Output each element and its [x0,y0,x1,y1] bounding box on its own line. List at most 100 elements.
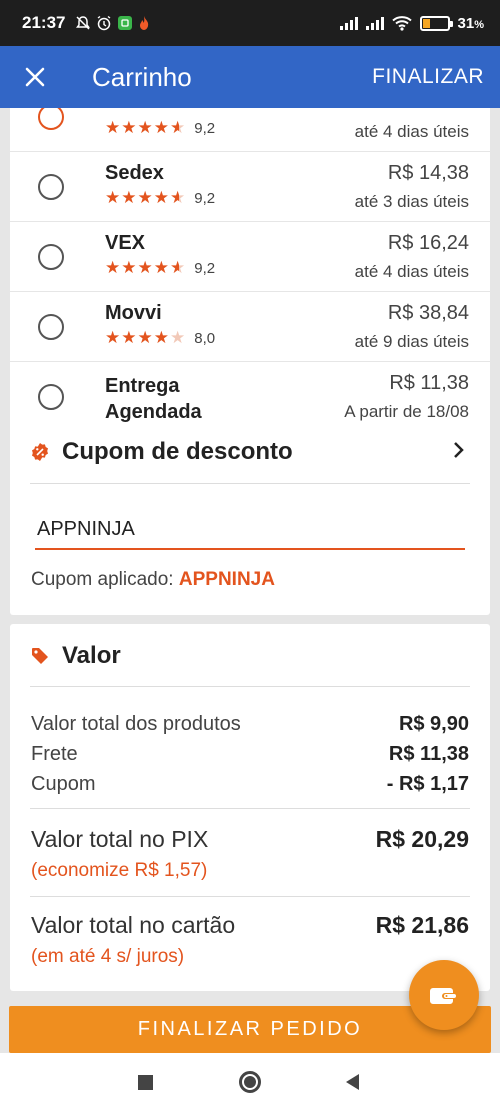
shipping-name: Entrega Agendada [105,375,202,423]
signal-icon [339,16,358,30]
installments-note: (em até 4 s/ juros) [31,946,185,967]
chevron-right-icon[interactable] [452,436,466,467]
star-icon: ★ [121,188,137,207]
star-icon: ★ [170,258,186,277]
star-icon: ★ [153,258,169,277]
shipping-price: R$ 14,38 [387,162,469,184]
value-row-label: Cupom [31,773,96,795]
system-nav-bar [0,1053,500,1111]
value-row: Frete R$ 11,38 [31,743,469,766]
value-row-amount: R$ 9,90 [398,713,469,735]
value-summary-card: Valor Valor total dos produtos R$ 9,90 F… [10,624,490,991]
home-icon [239,1071,261,1093]
shipping-eta: até 3 dias úteis [354,192,469,211]
value-header: Valor [30,642,121,670]
divider [30,686,470,687]
back-button[interactable] [332,1053,372,1111]
mute-icon [76,16,91,30]
wallet-icon [430,988,456,1004]
rating-stars: ★ ★ ★ ★ ★ [105,189,185,207]
shipping-radio[interactable] [38,108,64,130]
shipping-radio[interactable] [38,244,64,270]
star-icon: ★ [170,188,186,207]
price-tag-icon [32,648,48,664]
rating-score: 9,2 [194,119,216,137]
shipping-radio[interactable] [38,314,64,340]
shipping-option[interactable]: ★ ★ ★ ★ ★ 9,2 até 4 dias úteis [10,108,490,152]
rating-score: 9,2 [194,189,216,207]
star-icon: ★ [105,328,121,347]
battery-icon [419,15,453,31]
page-title: Carrinho [92,61,192,92]
star-icon: ★ [105,188,121,207]
star-icon: ★ [153,328,169,347]
star-icon: ★ [121,258,137,277]
signal-icon [365,16,384,30]
battery-unit: % [474,18,484,31]
battery-percent: 31 [457,14,475,32]
coupon-applied-text: Cupom aplicado: APPNINJA [31,569,275,591]
card-total-amount: R$ 21,86 [375,912,469,938]
recents-button[interactable] [125,1053,165,1111]
status-bar: 21:37 31% [0,0,500,46]
star-icon: ★ [170,328,186,347]
shipping-price: R$ 16,24 [387,232,469,254]
shipping-name: Movvi [105,302,162,324]
cart-content[interactable]: ★ ★ ★ ★ ★ 9,2 até 4 dias úteis Sedex ★ ★ ★ ★ ★ 9,2… [0,108,500,1053]
coupon-card: Cupom de desconto Cupom aplicado: APPNIN… [10,422,490,615]
shipping-name: VEX [105,232,146,254]
star-icon: ★ [105,118,121,137]
rating-score: 8,0 [194,329,216,347]
shipping-radio[interactable] [38,174,64,200]
back-icon [345,1074,359,1090]
wallet-fab-button[interactable] [409,960,479,1030]
app-icon [118,16,133,30]
divider [30,483,470,484]
card-total: Valor total no cartão (em até 4 s/ juros… [31,912,469,968]
star-icon: ★ [137,258,153,277]
shipping-option[interactable]: VEX ★ ★ ★ ★ ★ 9,2 R$ 16,24 até 4 dias úteis [10,222,490,292]
shipping-eta: até 4 dias úteis [354,122,469,141]
wifi-icon [391,16,412,31]
rating-score: 9,2 [194,259,216,277]
pix-savings: (economize R$ 1,57) [31,860,208,881]
app-bar: Carrinho FINALIZAR [0,46,500,108]
shipping-eta: até 9 dias úteis [354,332,469,351]
rating: ★ ★ ★ ★ ★ 9,2 [105,189,215,207]
finalize-action-button[interactable]: FINALIZAR [372,65,484,89]
star-icon: ★ [121,328,137,347]
shipping-option[interactable]: Movvi ★ ★ ★ ★ ★ 8,0 R$ 38,84 até 9 dias úteis [10,292,490,362]
shipping-option[interactable]: Sedex ★ ★ ★ ★ ★ 9,2 R$ 14,38 até 3 dias úteis [10,152,490,222]
shipping-radio[interactable] [38,384,64,410]
rating: ★ ★ ★ ★ ★ 9,2 [105,119,215,137]
shipping-eta: até 4 dias úteis [354,262,469,281]
close-button[interactable] [0,46,70,108]
shipping-price: R$ 38,84 [387,302,469,324]
divider [30,808,470,809]
value-row: Cupom - R$ 1,17 [31,773,469,796]
shipping-name: Sedex [105,162,164,184]
rating: ★ ★ ★ ★ ★ 9,2 [105,259,215,277]
star-icon: ★ [105,258,121,277]
alarm-icon [98,15,111,31]
coupon-applied-label: Cupom aplicado: [31,569,179,590]
star-icon: ★ [137,188,153,207]
star-icon: ★ [153,188,169,207]
status-icons [75,15,150,31]
pix-total-amount: R$ 20,29 [375,826,469,852]
star-icon: ★ [153,118,169,137]
value-row-label: Valor total dos produtos [31,713,241,735]
battery-level [422,18,430,28]
home-button[interactable] [230,1053,270,1111]
shipping-price: R$ 11,38 [389,372,469,394]
status-right: 31% [339,14,484,32]
rating-stars: ★ ★ ★ ★ ★ [105,329,185,347]
value-row: Valor total dos produtos R$ 9,90 [31,713,469,736]
coupon-header[interactable]: Cupom de desconto [30,438,293,466]
star-icon: ★ [137,118,153,137]
coupon-input[interactable] [35,510,465,550]
shipping-eta: A partir de 18/08 [344,402,469,421]
value-row-amount: R$ 11,38 [388,743,469,765]
recents-icon [137,1074,153,1090]
fire-icon [140,16,149,30]
